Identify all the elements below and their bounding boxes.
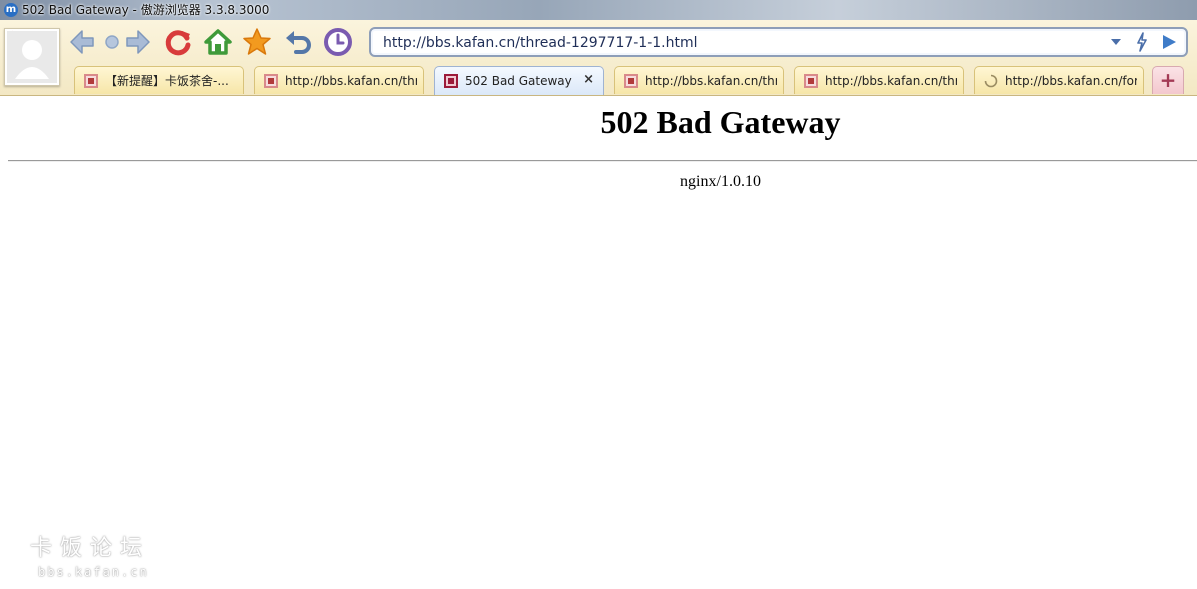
tab-label: 【新提醒】卡饭茶舍-... [105, 74, 229, 88]
tab-label: http://bbs.kafan.cn/thr... [825, 74, 957, 88]
watermark-cn: 卡饭论坛 [30, 536, 151, 561]
url-input[interactable] [383, 34, 1083, 52]
new-tab-button[interactable]: + [1152, 66, 1184, 94]
forward-button[interactable] [122, 26, 154, 58]
horizontal-rule [8, 160, 1197, 162]
tab-6[interactable]: http://bbs.kafan.cn/for... [974, 66, 1144, 94]
kafan-icon [84, 74, 98, 88]
dropdown-arrow-icon[interactable] [1109, 35, 1123, 49]
window-title-bar[interactable]: m 502 Bad Gateway - 傲游浏览器 3.3.8.3000 [0, 0, 1197, 20]
home-icon [204, 29, 232, 55]
kafan-icon [264, 74, 278, 88]
kafan-icon [624, 74, 638, 88]
tab-label: http://bbs.kafan.cn/thr... [645, 74, 777, 88]
undo-icon [286, 31, 311, 54]
user-avatar-button[interactable]: ✶ [4, 28, 60, 86]
address-bar[interactable] [369, 27, 1188, 57]
tab-label: http://bbs.kafan.cn/for... [1005, 74, 1137, 88]
home-button[interactable] [202, 26, 234, 58]
refresh-button[interactable] [162, 26, 194, 58]
clock-icon [324, 28, 352, 56]
go-arrow-icon[interactable] [1160, 33, 1178, 51]
back-button[interactable] [66, 26, 98, 58]
default-user-icon [7, 31, 57, 83]
server-signature: nginx/1.0.10 [680, 173, 761, 190]
browser-toolbar: ✶ [0, 20, 1197, 96]
close-tab-icon[interactable]: × [583, 72, 594, 88]
maxthon-app-icon[interactable]: m [4, 3, 18, 17]
star-icon [243, 28, 271, 55]
tab-label: 502 Bad Gateway [465, 74, 572, 88]
lightning-icon[interactable] [1134, 32, 1150, 52]
refresh-icon [165, 30, 191, 56]
tab-3[interactable]: 502 Bad Gateway × [434, 66, 604, 95]
tab-5[interactable]: http://bbs.kafan.cn/thr... [794, 66, 964, 94]
kafan-icon [444, 74, 458, 88]
tab-2[interactable]: http://bbs.kafan.cn/thr... [254, 66, 424, 94]
stop-button[interactable] [96, 26, 120, 58]
tab-label: http://bbs.kafan.cn/thr... [285, 74, 417, 88]
error-heading: 502 Bad Gateway [600, 104, 841, 140]
window-title: 502 Bad Gateway - 傲游浏览器 3.3.8.3000 [22, 3, 270, 17]
forward-arrow-icon [126, 30, 150, 54]
tab-4[interactable]: http://bbs.kafan.cn/thr... [614, 66, 784, 94]
favorites-button[interactable] [241, 26, 273, 58]
back-arrow-icon [70, 30, 94, 54]
watermark-en: bbs.kafan.cn [38, 565, 149, 579]
undo-close-button[interactable] [282, 26, 314, 58]
history-button[interactable] [322, 26, 354, 58]
loading-spinner-icon [984, 74, 998, 88]
kafan-icon [804, 74, 818, 88]
tab-1[interactable]: 【新提醒】卡饭茶舍-... [74, 66, 244, 94]
